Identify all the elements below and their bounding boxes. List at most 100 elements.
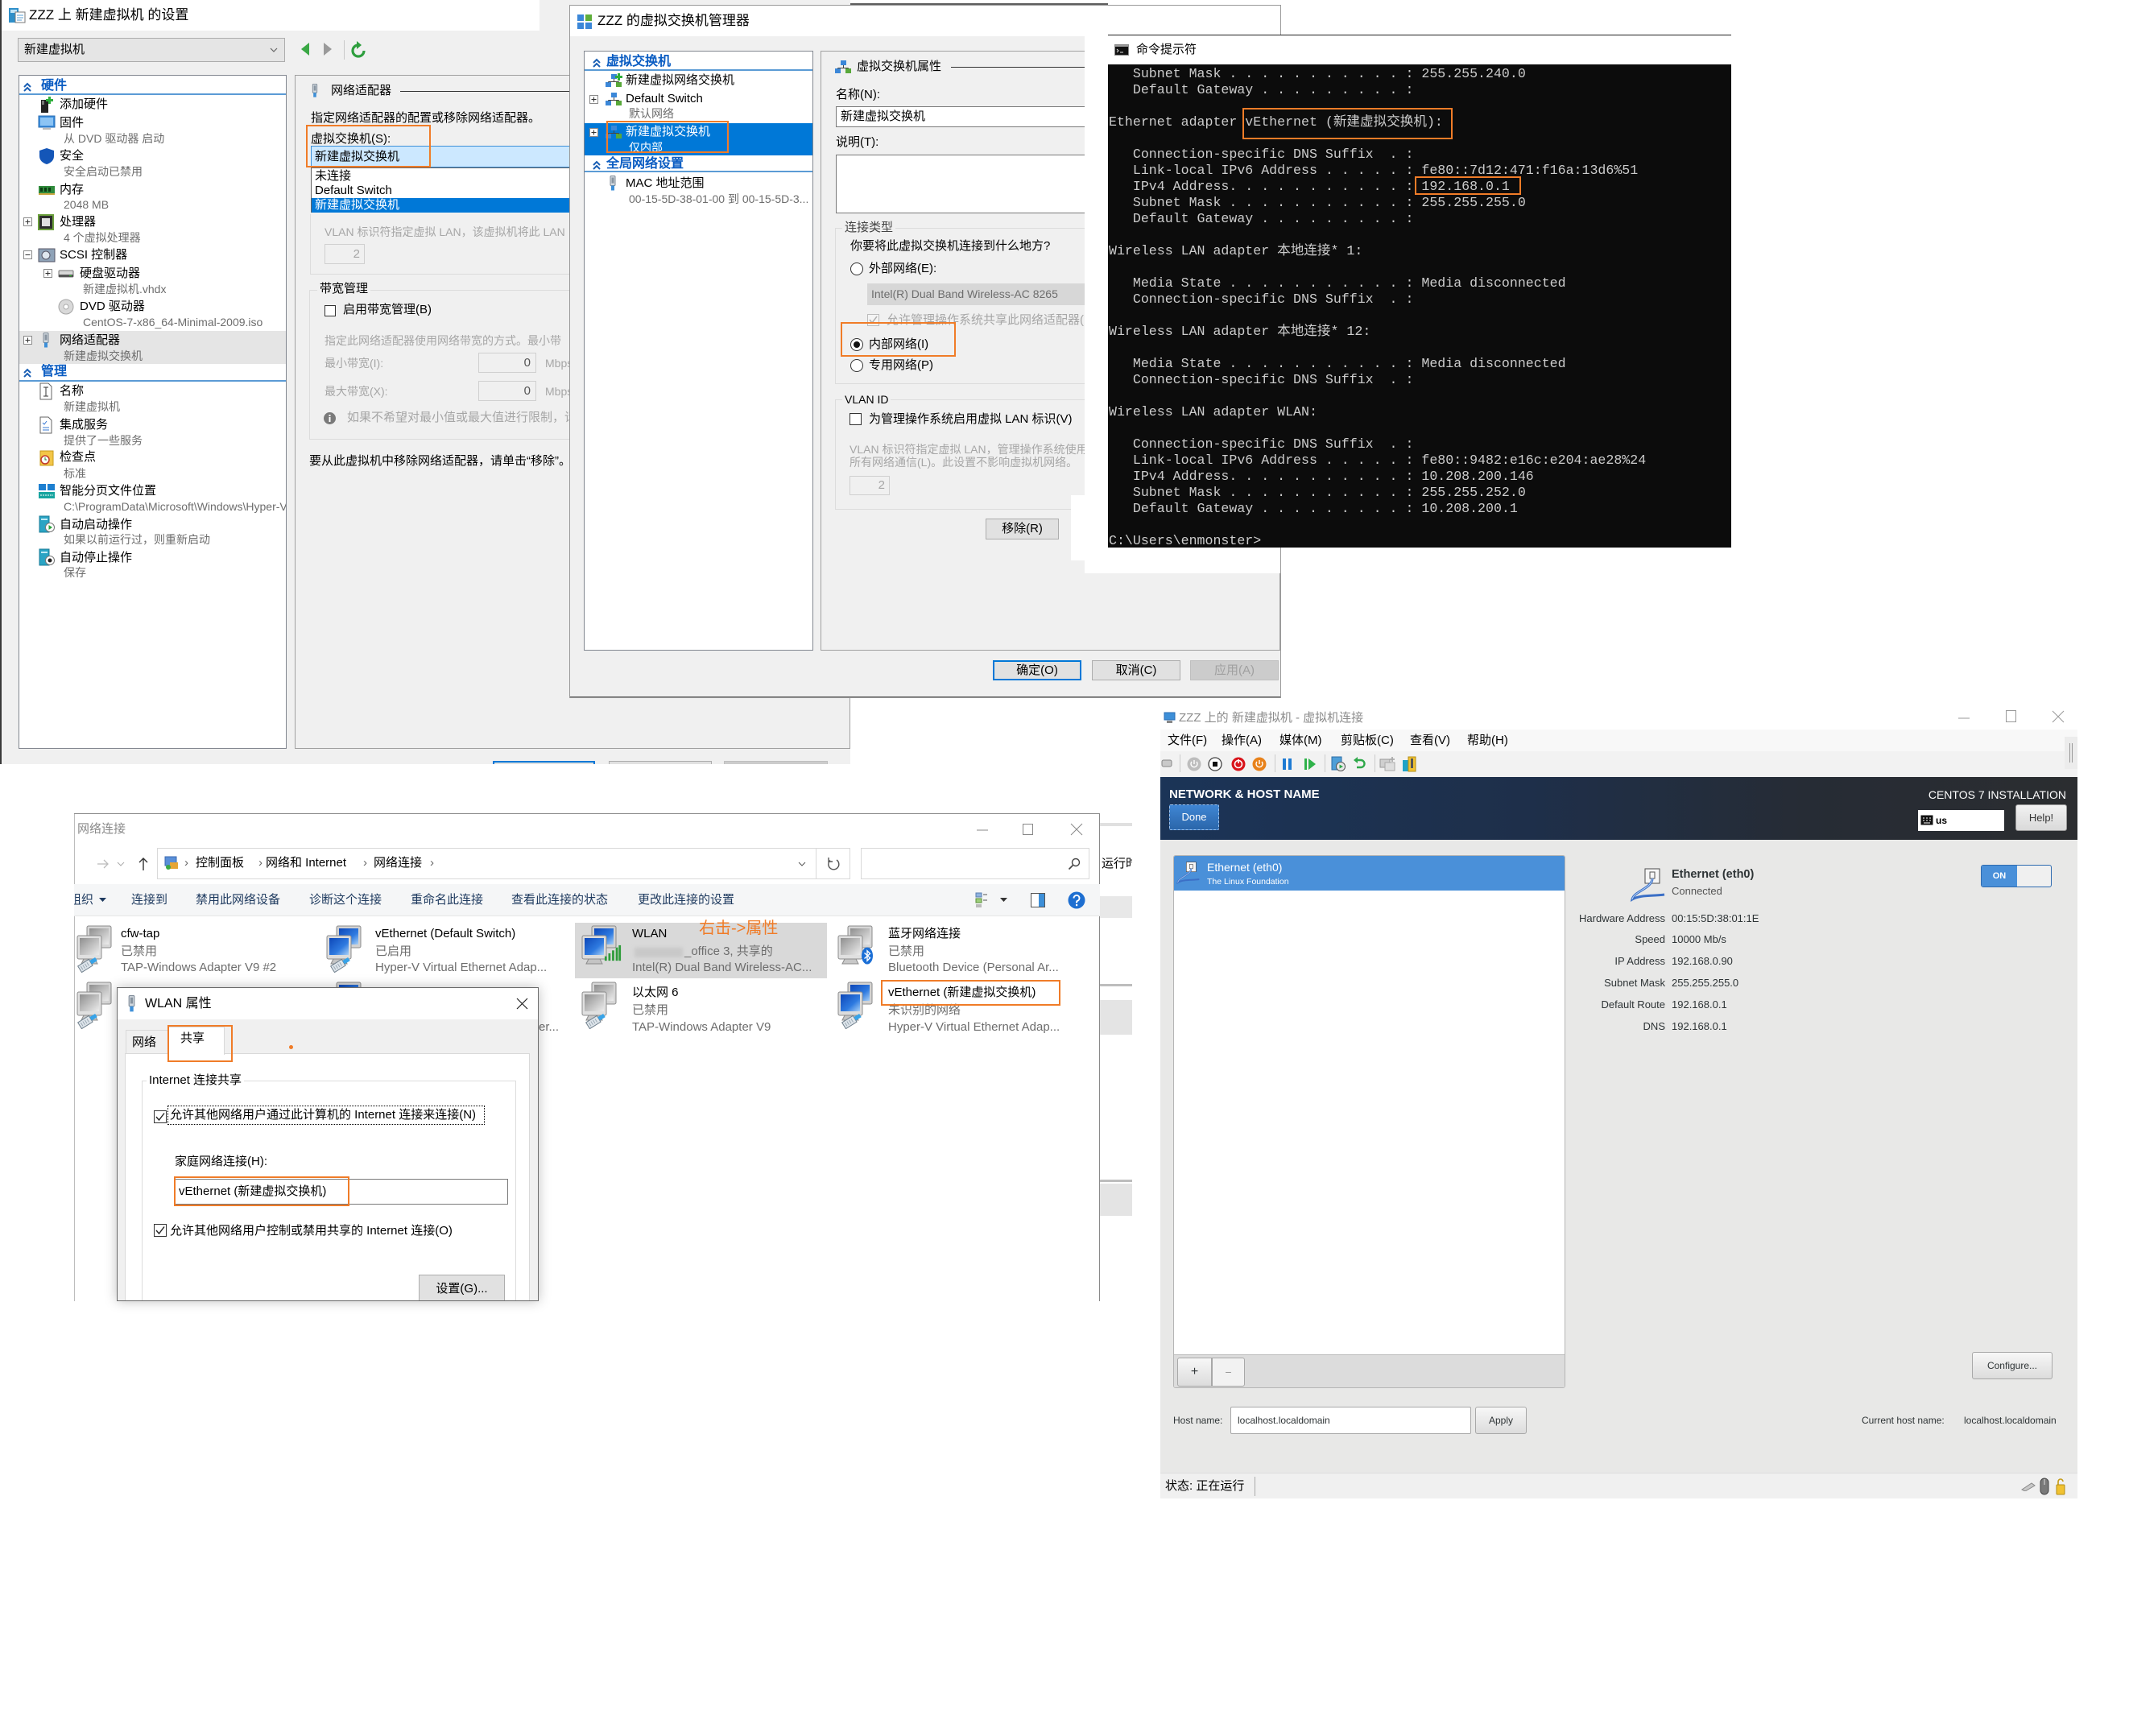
- breadcrumb-network-internet[interactable]: 网络和 Internet: [266, 855, 346, 871]
- shut-down-icon[interactable]: [1231, 757, 1246, 771]
- enhanced-session-icon[interactable]: [1379, 756, 1397, 772]
- collapse-icon[interactable]: [23, 250, 32, 259]
- breadcrumb-separator[interactable]: ›: [430, 855, 434, 871]
- close-icon[interactable]: [1070, 823, 1083, 836]
- connection-item-wlan-selected[interactable]: WLAN _office 3, 共享的 Intel(R) Dual Band W…: [575, 920, 827, 978]
- change-settings-command[interactable]: 更改此连接的设置: [638, 892, 734, 908]
- section-header-management[interactable]: 管理: [41, 364, 67, 380]
- expand-icon[interactable]: [589, 95, 598, 104]
- share-icon[interactable]: [1402, 754, 1416, 772]
- dropdown-triangle-icon[interactable]: [99, 898, 106, 903]
- tree-item-default-switch[interactable]: Default Switch 默认网络: [585, 91, 812, 123]
- tree-item-firmware[interactable]: 固件 从 DVD 驱动器 启动: [19, 115, 286, 147]
- preview-pane-icon[interactable]: [1031, 893, 1045, 907]
- apply-button[interactable]: [724, 761, 828, 764]
- connection-item-ethernet-6[interactable]: 以太网 6 已禁用 TAP-Windows Adapter V9: [575, 979, 827, 1035]
- enable-vlan-checkbox[interactable]: [850, 413, 862, 425]
- minimize-icon[interactable]: [976, 824, 989, 835]
- tree-item-network-adapter-selected[interactable]: 网络适配器 新建虚拟交换机: [19, 331, 286, 364]
- internal-network-radio[interactable]: [850, 338, 863, 351]
- breadcrumb-control-panel[interactable]: 控制面板: [196, 855, 244, 871]
- maximize-icon[interactable]: [1023, 824, 1034, 835]
- menu-action[interactable]: 操作(A): [1222, 733, 1262, 749]
- connection-item-bluetooth[interactable]: 蓝牙网络连接 已禁用 Bluetooth Device (Personal Ar…: [835, 923, 1093, 978]
- device-row-eth0-selected[interactable]: Ethernet (eth0) The Linux Foundation: [1174, 856, 1565, 891]
- menu-view[interactable]: 查看(V): [1410, 733, 1450, 749]
- cancel-button[interactable]: 取消(C): [1092, 660, 1180, 680]
- vlan-id-input[interactable]: 2: [325, 244, 365, 264]
- diagnose-connection-command[interactable]: 诊断这个连接: [309, 892, 382, 908]
- tree-item-dvd-drive[interactable]: DVD 驱动器 CentOS-7-x86_64-Minimal-2009.iso: [19, 299, 286, 331]
- address-bar[interactable]: › 控制面板 › 网络和 Internet › 网络连接 ›: [157, 848, 816, 879]
- pause-icon[interactable]: [1282, 758, 1293, 771]
- resume-icon[interactable]: [1304, 758, 1317, 771]
- connection-item-vethernet-new-switch[interactable]: vEthernet (新建虚拟交换机) 未识别的网络 Hyper-V Virtu…: [835, 979, 1093, 1035]
- tree-item-auto-stop-action[interactable]: 自动停止操作 保存: [19, 548, 286, 582]
- connection-item-vethernet-default-switch[interactable]: vEthernet (Default Switch) 已启用 Hyper-V V…: [324, 923, 565, 978]
- tree-item-scsi-controller[interactable]: SCSI 控制器: [19, 247, 286, 263]
- home-connection-combobox[interactable]: vEthernet (新建虚拟交换机): [175, 1179, 508, 1205]
- search-input[interactable]: [861, 848, 1089, 879]
- section-header-global-network-settings[interactable]: 全局网络设置: [606, 156, 684, 172]
- collapse-section-icon[interactable]: [23, 81, 32, 93]
- minimize-icon[interactable]: [1957, 712, 1970, 723]
- close-icon[interactable]: [516, 998, 528, 1010]
- toolbar-scroll-grip[interactable]: [2065, 737, 2077, 769]
- enable-vlan-label[interactable]: 为管理操作系统启用虚拟 LAN 标识(V): [869, 411, 1073, 428]
- apply-button[interactable]: 应用(A): [1190, 660, 1279, 680]
- vm-selector-dropdown[interactable]: 新建虚拟机: [18, 38, 285, 62]
- help-icon[interactable]: [1068, 891, 1085, 909]
- allow-sharing-label[interactable]: 允许其他网络用户通过此计算机的 Internet 连接来连接(N): [170, 1107, 476, 1123]
- menu-help[interactable]: 帮助(H): [1467, 733, 1508, 749]
- refresh-icon[interactable]: [350, 40, 366, 60]
- checkpoint-icon[interactable]: [1330, 756, 1346, 772]
- max-bandwidth-input[interactable]: 0: [478, 381, 536, 401]
- allow-control-label[interactable]: 允许其他网络用户控制或禁用共享的 Internet 连接(O): [170, 1223, 453, 1239]
- switch-option[interactable]: 未连接: [315, 169, 351, 184]
- private-network-radio[interactable]: [850, 359, 863, 372]
- collapse-section-icon[interactable]: [23, 367, 32, 378]
- add-device-button[interactable]: +: [1177, 1358, 1212, 1387]
- tree-item-processor[interactable]: 处理器 4 个虚拟处理器: [19, 214, 286, 246]
- allow-sharing-checkbox[interactable]: [154, 1110, 167, 1123]
- allow-control-checkbox[interactable]: [154, 1224, 167, 1237]
- view-options-triangle-icon[interactable]: [1000, 898, 1007, 903]
- tree-item-security[interactable]: 安全 安全启动已禁用: [19, 148, 286, 180]
- vlan-id-input[interactable]: 2: [850, 476, 890, 495]
- menu-clipboard[interactable]: 剪贴板(C): [1341, 733, 1394, 749]
- tree-item-new-switch-selected[interactable]: 新建虚拟交换机 仅内部: [585, 123, 812, 155]
- connect-to-command[interactable]: 连接到: [131, 892, 167, 908]
- device-on-off-toggle[interactable]: ON: [1981, 865, 2052, 887]
- allow-management-share-checkbox[interactable]: [867, 314, 879, 326]
- collapse-section-icon[interactable]: [592, 57, 601, 68]
- external-network-radio[interactable]: [850, 262, 863, 275]
- configure-button[interactable]: Configure...: [1972, 1352, 2053, 1379]
- enable-bandwidth-checkbox[interactable]: [325, 305, 336, 316]
- section-header-virtual-switches[interactable]: 虚拟交换机: [606, 54, 671, 70]
- tree-item-new-virtual-switch[interactable]: 新建虚拟网络交换机: [585, 72, 812, 89]
- tree-item-integration-services[interactable]: 集成服务 提供了一些服务: [19, 417, 286, 449]
- tree-item-hard-drive[interactable]: 硬盘驱动器 新建虚拟机.vhdx: [19, 266, 286, 298]
- previous-arrow-icon[interactable]: [300, 42, 311, 56]
- revert-icon[interactable]: [1353, 757, 1366, 771]
- private-network-label[interactable]: 专用网络(P): [869, 358, 933, 374]
- rename-connection-command[interactable]: 重命名此连接: [411, 892, 483, 908]
- sharing-settings-button[interactable]: 设置(G)...: [419, 1275, 505, 1300]
- internal-network-label[interactable]: 内部网络(I): [869, 337, 928, 353]
- switch-option[interactable]: Default Switch: [315, 184, 392, 198]
- ok-button[interactable]: [493, 761, 595, 764]
- ctrl-alt-del-icon[interactable]: [1161, 758, 1172, 769]
- tree-item-smart-paging[interactable]: 智能分页文件位置 C:\ProgramData\Microsoft\Window…: [19, 483, 286, 515]
- tab-network[interactable]: 网络: [126, 1030, 168, 1054]
- address-history-chevron-icon[interactable]: [798, 862, 806, 867]
- tree-item-checkpoints[interactable]: 检查点 标准: [19, 449, 286, 482]
- tree-item-add-hardware[interactable]: 添加硬件: [19, 97, 286, 113]
- forward-arrow-icon[interactable]: [97, 858, 110, 870]
- host-name-input[interactable]: localhost.localdomain: [1230, 1407, 1471, 1434]
- refresh-button[interactable]: [816, 848, 850, 879]
- expand-icon[interactable]: [23, 336, 32, 345]
- next-arrow-icon[interactable]: [322, 42, 333, 56]
- start-icon[interactable]: [1187, 757, 1201, 771]
- cancel-button[interactable]: [609, 761, 712, 764]
- expand-icon[interactable]: [23, 217, 32, 226]
